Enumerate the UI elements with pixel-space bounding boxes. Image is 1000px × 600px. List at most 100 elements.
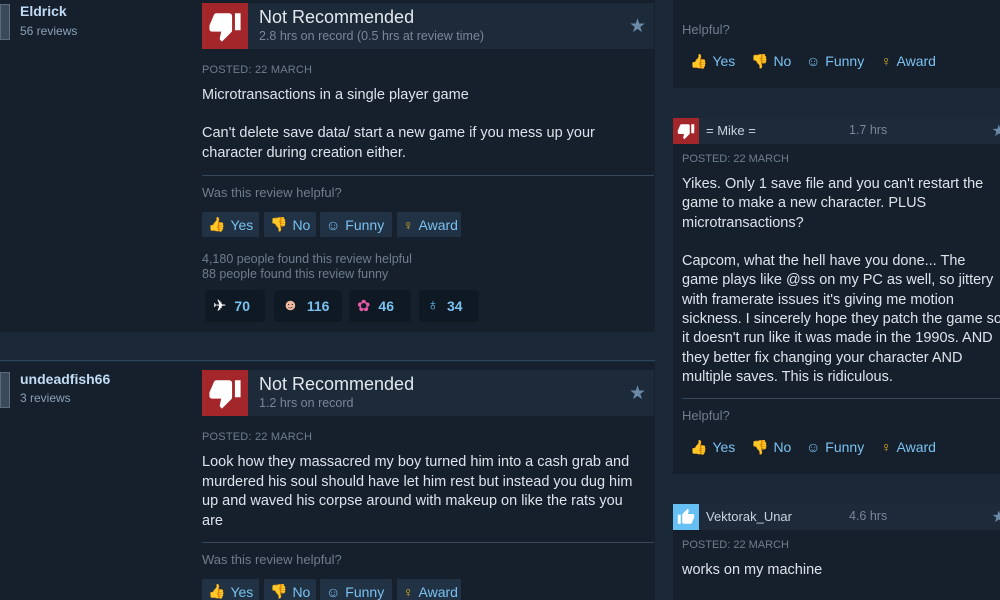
side-vote-yes-label: Yes — [712, 53, 736, 69]
side-vote-funny-label: Funny — [825, 439, 865, 455]
thumbs-up-icon: 👍 — [208, 216, 226, 232]
review-header: Not Recommended 2.8 hrs on record (0.5 h… — [202, 3, 654, 49]
vote-no-label: No — [292, 216, 311, 233]
award-label: Award — [418, 583, 458, 600]
thumbs-down-icon — [202, 370, 248, 416]
thumbs-up-icon: 👍 — [208, 583, 226, 599]
face-award-icon: ☻ — [282, 297, 299, 314]
award-badge-2[interactable]: ☻ 116 — [274, 290, 342, 322]
side-helpful-question: Helpful? — [682, 408, 730, 423]
award-button[interactable]: ♀ Award — [397, 579, 461, 600]
vote-no-button[interactable]: 👎 No — [264, 212, 316, 237]
thumbs-up-icon — [673, 504, 699, 530]
award-medal-icon: ♀ — [881, 439, 892, 455]
side-vote-yes-button[interactable]: 👍 Yes — [690, 49, 735, 73]
review-posted-date: POSTED: 22 MARCH — [202, 64, 313, 76]
thumbs-down-icon: 👎 — [751, 438, 769, 455]
side-review-author[interactable]: = Mike = — [706, 123, 756, 138]
candy-award-icon: ✿ — [357, 298, 371, 315]
smiley-icon: ☺ — [326, 583, 341, 600]
helpful-question: Was this review helpful? — [202, 185, 342, 200]
side-review-hours: 1.7 hrs — [849, 123, 888, 137]
thumbs-down-icon — [673, 118, 699, 144]
thumbs-down-icon: 👎 — [751, 52, 769, 69]
author-review-count[interactable]: 3 reviews — [20, 391, 71, 405]
review-hours: 2.8 hrs on record (0.5 hrs at review tim… — [259, 29, 485, 43]
vote-yes-button[interactable]: 👍 Yes — [202, 579, 259, 600]
award-medal-icon: ♀ — [403, 216, 414, 233]
review-card-1 — [0, 0, 655, 332]
star-icon[interactable]: ★ — [629, 15, 646, 38]
star-icon[interactable]: ★ — [629, 382, 646, 405]
side-vote-yes-button[interactable]: 👍 Yes — [690, 435, 735, 459]
author-name[interactable]: undeadfish66 — [20, 371, 110, 387]
review-body-line2: Can't delete save data/ start a new game… — [202, 125, 595, 161]
side-review-hours: 4.6 hrs — [849, 509, 888, 523]
side-review-divider — [682, 398, 1000, 399]
vote-funny-button[interactable]: ☺ Funny — [320, 212, 392, 237]
review-separator — [0, 360, 655, 361]
award-count: 46 — [378, 298, 394, 314]
award-count: 116 — [306, 298, 330, 314]
found-helpful-count: 4,180 people found this review helpful — [202, 252, 412, 266]
award-badge-1[interactable]: ✈ 70 — [205, 290, 265, 322]
vote-funny-label: Funny — [345, 216, 385, 233]
review-divider — [202, 542, 654, 543]
side-vote-funny-button[interactable]: ☺ Funny — [806, 49, 864, 73]
review-hours: 1.2 hrs on record — [259, 396, 354, 410]
ribbon-award-icon: ♁ — [427, 297, 439, 314]
author-review-count[interactable]: 56 reviews — [20, 24, 77, 38]
found-funny-count: 88 people found this review funny — [202, 267, 389, 281]
review-divider — [202, 175, 654, 176]
side-award-label: Award — [896, 439, 936, 455]
smiley-icon: ☺ — [326, 216, 341, 233]
thumbs-up-icon: 👍 — [690, 438, 708, 455]
award-button[interactable]: ♀ Award — [397, 212, 461, 237]
award-count: 70 — [234, 298, 250, 314]
award-label: Award — [418, 216, 458, 233]
side-award-label: Award — [896, 53, 936, 69]
vote-no-button[interactable]: 👎 No — [264, 579, 316, 600]
side-vote-funny-button[interactable]: ☺ Funny — [806, 435, 864, 459]
vote-funny-button[interactable]: ☺ Funny — [320, 579, 392, 600]
star-icon[interactable]: ★ — [992, 121, 1000, 141]
smiley-icon: ☺ — [806, 53, 821, 69]
side-review-author[interactable]: Vektorak_Unar — [706, 509, 792, 524]
star-icon[interactable]: ★ — [992, 507, 1000, 527]
award-count: 34 — [447, 298, 463, 314]
award-badge-4[interactable]: ♁ 34 — [419, 290, 479, 322]
award-badge-3[interactable]: ✿ 46 — [349, 290, 411, 322]
award-medal-icon: ♀ — [403, 583, 414, 600]
side-helpful-question: Helpful? — [682, 22, 730, 37]
side-review-header: Vektorak_Unar 4.6 hrs ★ — [673, 504, 1000, 530]
review-verdict: Not Recommended — [259, 374, 415, 394]
vote-yes-button[interactable]: 👍 Yes — [202, 212, 259, 237]
review-body-line1: Microtransactions in a single player gam… — [202, 87, 469, 103]
award-medal-icon: ♀ — [881, 53, 892, 69]
side-vote-no-button[interactable]: 👎 No — [751, 435, 791, 459]
side-vote-no-label: No — [773, 53, 792, 69]
helpful-question: Was this review helpful? — [202, 552, 342, 567]
side-vote-no-label: No — [773, 439, 792, 455]
wings-award-icon: ✈ — [213, 298, 227, 315]
side-vote-no-button[interactable]: 👎 No — [751, 49, 791, 73]
review-posted-date: POSTED: 22 MARCH — [202, 431, 313, 443]
smiley-icon: ☺ — [806, 439, 821, 455]
review-body: Look how they massacred my boy turned hi… — [202, 454, 633, 529]
vote-yes-label: Yes — [230, 583, 254, 600]
thumbs-down-icon: 👎 — [270, 216, 288, 232]
review-verdict: Not Recommended — [259, 7, 415, 27]
side-award-button[interactable]: ♀ Award — [881, 49, 936, 73]
thumbs-down-icon — [202, 3, 248, 49]
vote-no-label: No — [292, 583, 311, 600]
side-award-button[interactable]: ♀ Award — [881, 435, 936, 459]
review-header: Not Recommended 1.2 hrs on record ★ — [202, 370, 654, 416]
side-vote-yes-label: Yes — [712, 439, 736, 455]
side-review-posted-date: POSTED: 22 MARCH — [682, 539, 789, 551]
side-vote-funny-label: Funny — [825, 53, 865, 69]
author-name[interactable]: Eldrick — [20, 3, 67, 19]
side-review-header: = Mike = 1.7 hrs ★ — [673, 118, 1000, 144]
author-avatar[interactable] — [0, 4, 10, 40]
author-avatar[interactable] — [0, 372, 10, 408]
vote-yes-label: Yes — [230, 216, 254, 233]
